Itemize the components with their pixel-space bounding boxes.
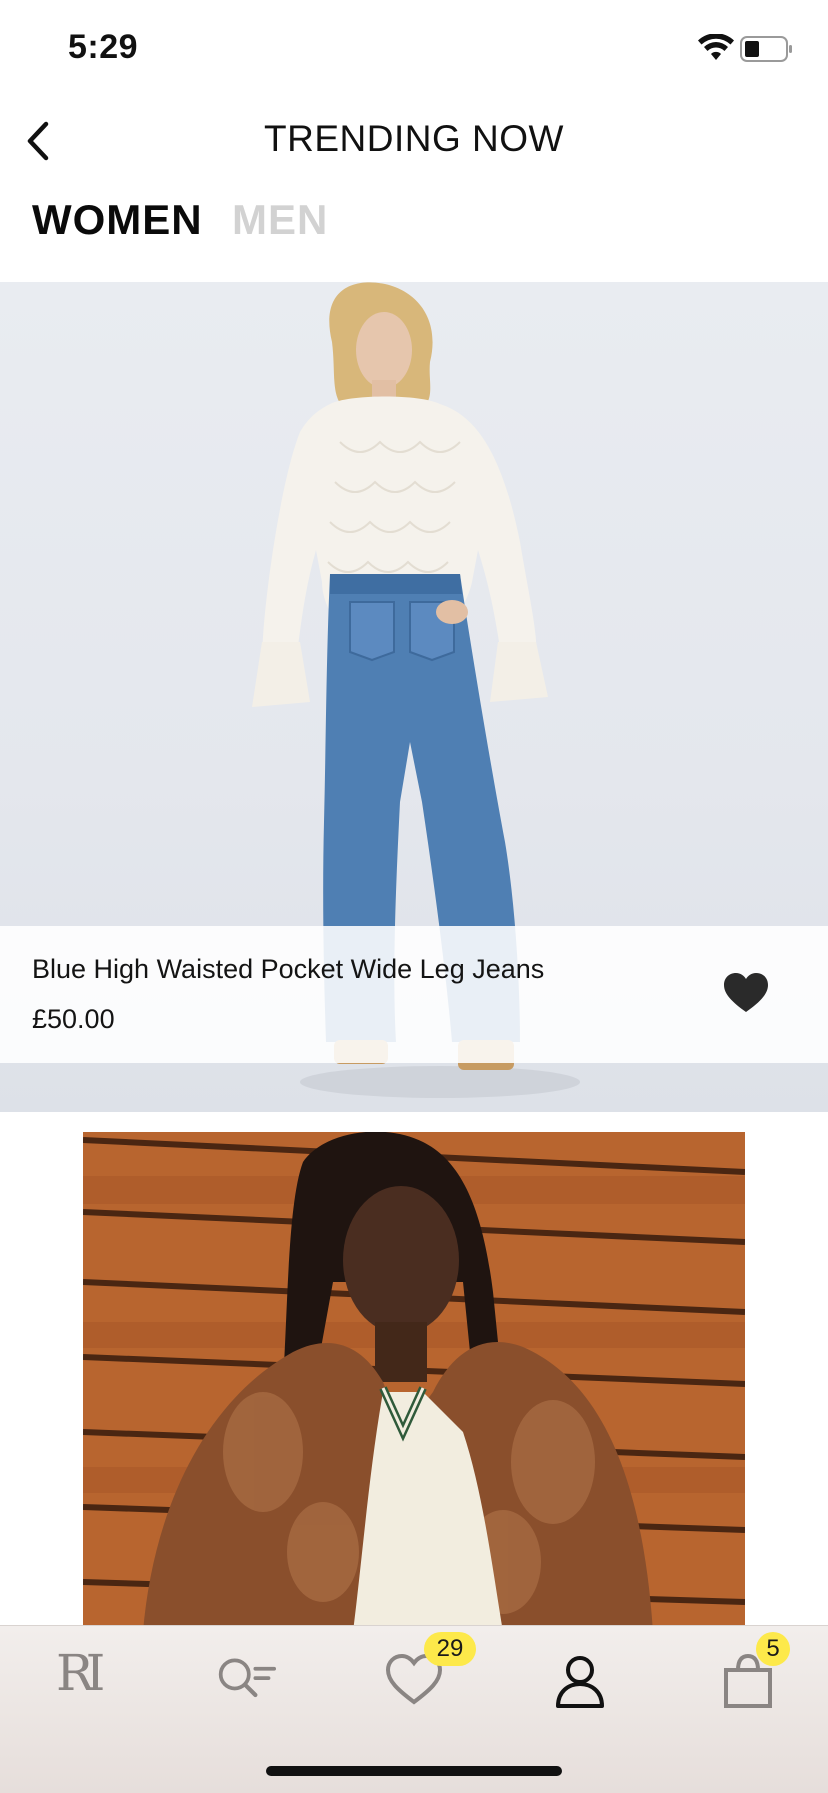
product-price: £50.00: [32, 1004, 115, 1034]
model-illustration-2: [83, 1132, 745, 1632]
page-title: TRENDING NOW: [264, 118, 564, 159]
bag-count-badge: 5: [756, 1632, 790, 1666]
battery-icon: [740, 36, 792, 62]
tab-women[interactable]: WOMEN: [32, 196, 203, 244]
heart-filled-icon[interactable]: [722, 972, 770, 1014]
tab-men[interactable]: MEN: [232, 196, 328, 244]
product-image-2[interactable]: [83, 1132, 745, 1632]
product-info-card[interactable]: [0, 926, 828, 1063]
home-indicator[interactable]: [266, 1766, 562, 1776]
account-icon[interactable]: [550, 1652, 610, 1708]
status-bar: 5:29: [0, 0, 828, 100]
logo-icon[interactable]: RI: [56, 1644, 116, 1708]
search-filter-icon[interactable]: [216, 1652, 276, 1708]
wishlist-count-badge: 29: [424, 1632, 476, 1666]
status-time: 5:29: [68, 28, 139, 66]
wifi-icon: [698, 34, 734, 60]
product-name[interactable]: Blue High Waisted Pocket Wide Leg Jeans: [32, 954, 544, 985]
